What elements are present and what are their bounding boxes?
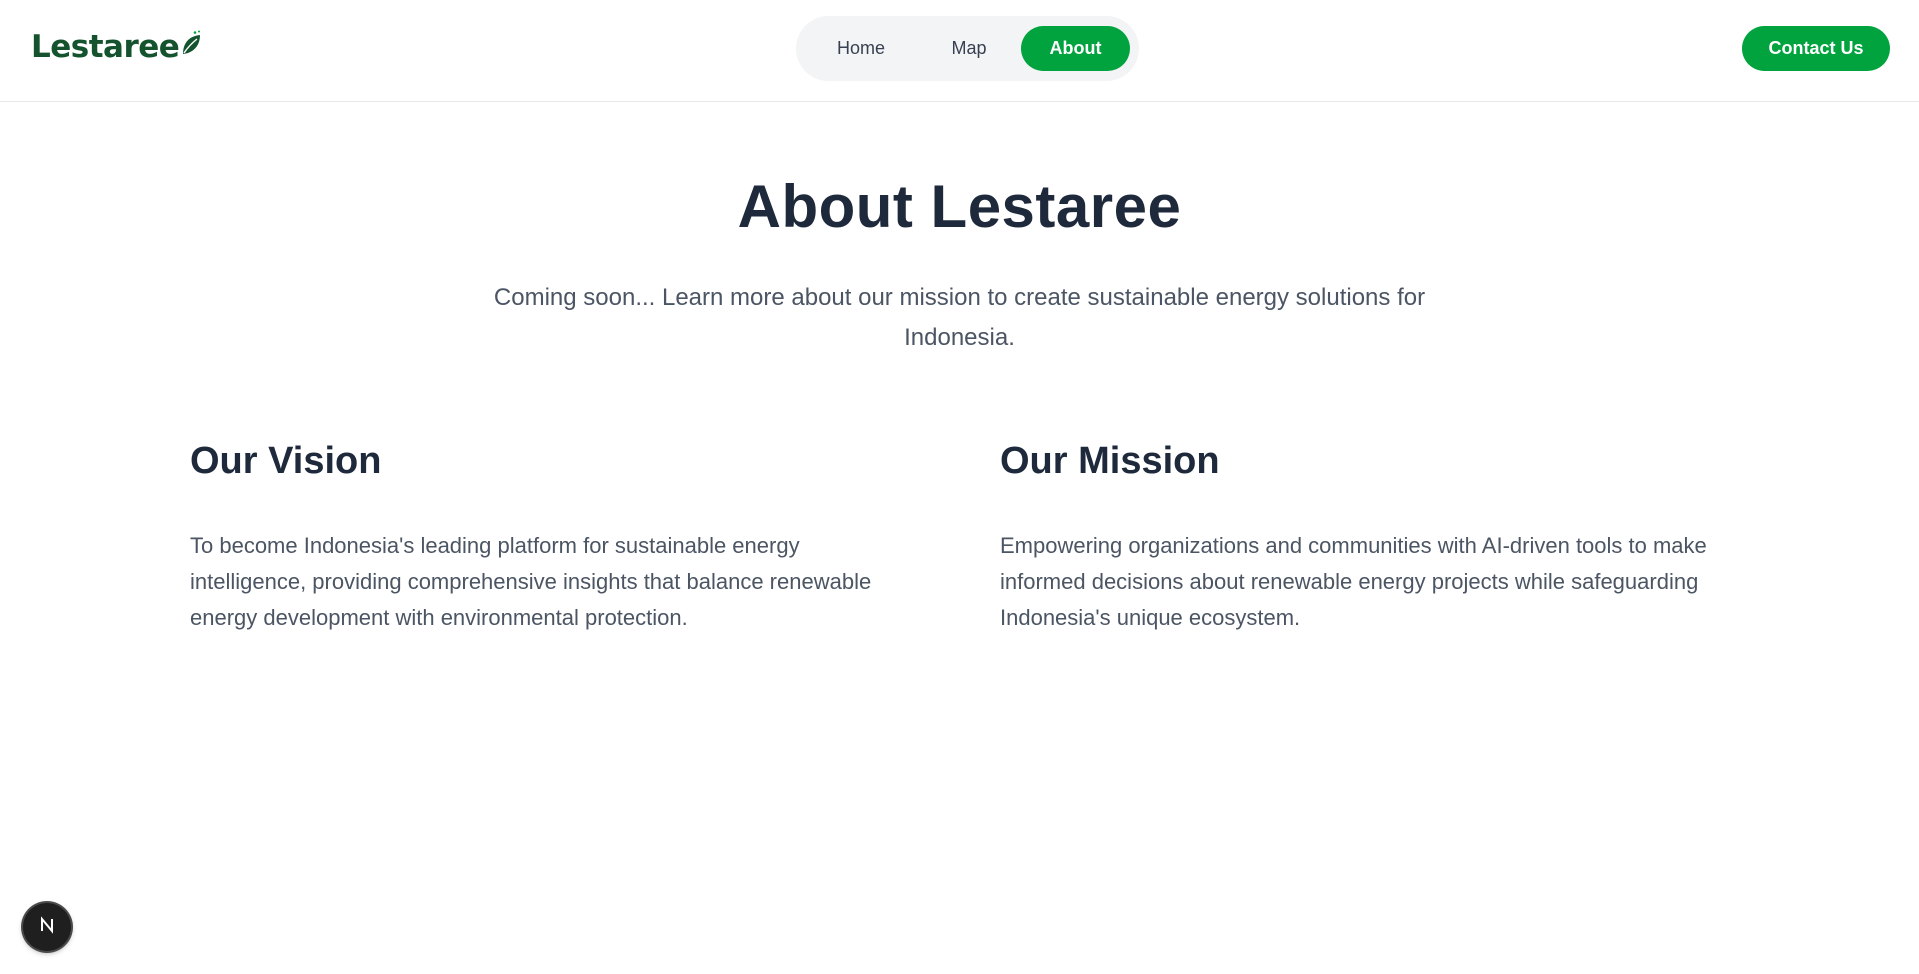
mission-section: Our Mission Empowering organizations and… xyxy=(1000,432,1720,636)
page-title: About Lestaree xyxy=(737,173,1182,240)
contact-us-button[interactable]: Contact Us xyxy=(1742,26,1890,71)
logo[interactable]: Lestaree xyxy=(31,29,202,65)
page-subtitle: Coming soon... Learn more about our miss… xyxy=(493,284,1426,351)
vision-body: To become Indonesia's leading platform f… xyxy=(190,533,872,630)
nav-map[interactable]: Map xyxy=(917,26,1021,71)
mission-heading: Our Mission xyxy=(1000,440,1220,482)
nextjs-icon xyxy=(37,915,57,940)
logo-text: Lestaree xyxy=(31,29,180,65)
mission-body: Empowering organizations and communities… xyxy=(1000,533,1707,630)
nextjs-dev-badge[interactable] xyxy=(23,903,71,951)
vision-section: Our Vision To become Indonesia's leading… xyxy=(190,432,910,636)
leaf-icon xyxy=(180,28,202,64)
vision-heading: Our Vision xyxy=(190,440,382,482)
nav-home[interactable]: Home xyxy=(805,26,917,71)
main-nav: Home Map About xyxy=(796,16,1139,81)
nav-about[interactable]: About xyxy=(1021,26,1130,71)
site-header: Lestaree Home Map About Contact Us xyxy=(0,0,1919,102)
